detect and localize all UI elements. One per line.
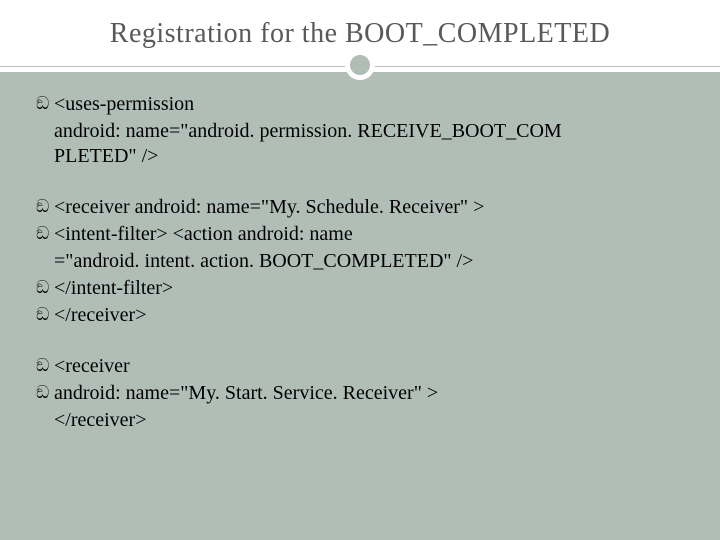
bullet-icon: ඞ <box>36 303 54 326</box>
slide-title: Registration for the BOOT_COMPLETED <box>28 18 692 50</box>
slide: Registration for the BOOT_COMPLETED ඞ <u… <box>0 0 720 540</box>
code-text: PLETED" /> <box>36 144 684 169</box>
code-text: <receiver <box>54 354 684 379</box>
bullet-icon: ඞ <box>36 276 54 299</box>
code-text: ="android. intent. action. BOOT_COMPLETE… <box>36 249 684 274</box>
code-line: ඞ <receiver android: name="My. Schedule.… <box>36 195 684 220</box>
code-text: </receiver> <box>36 408 684 433</box>
code-text: <uses-permission <box>54 92 684 117</box>
bullet-icon: ඞ <box>36 195 54 218</box>
code-line: ඞ <receiver <box>36 354 684 379</box>
code-text: <receiver android: name="My. Schedule. R… <box>54 195 684 220</box>
content-area: ඞ <uses-permission android: name="androi… <box>28 88 692 433</box>
code-block-1: ඞ <uses-permission android: name="androi… <box>36 92 684 169</box>
code-text: android: name="My. Start. Service. Recei… <box>54 381 684 406</box>
bullet-icon: ඞ <box>36 381 54 404</box>
bullet-icon: ඞ <box>36 92 54 115</box>
code-line: ඞ <intent-filter> <action android: name <box>36 222 684 247</box>
code-block-3: ඞ <receiver ඞ android: name="My. Start. … <box>36 354 684 433</box>
code-text: android: name="android. permission. RECE… <box>36 119 684 144</box>
ring-icon <box>345 50 375 80</box>
code-line: ඞ </intent-filter> <box>36 276 684 301</box>
code-text: </receiver> <box>54 303 684 328</box>
divider <box>0 50 720 82</box>
code-text: <intent-filter> <action android: name <box>54 222 684 247</box>
code-line: ඞ <uses-permission <box>36 92 684 117</box>
code-line: ඞ </receiver> <box>36 303 684 328</box>
bullet-icon: ඞ <box>36 222 54 245</box>
code-line: ඞ android: name="My. Start. Service. Rec… <box>36 381 684 406</box>
bullet-icon: ඞ <box>36 354 54 377</box>
code-block-2: ඞ <receiver android: name="My. Schedule.… <box>36 195 684 328</box>
code-text: </intent-filter> <box>54 276 684 301</box>
